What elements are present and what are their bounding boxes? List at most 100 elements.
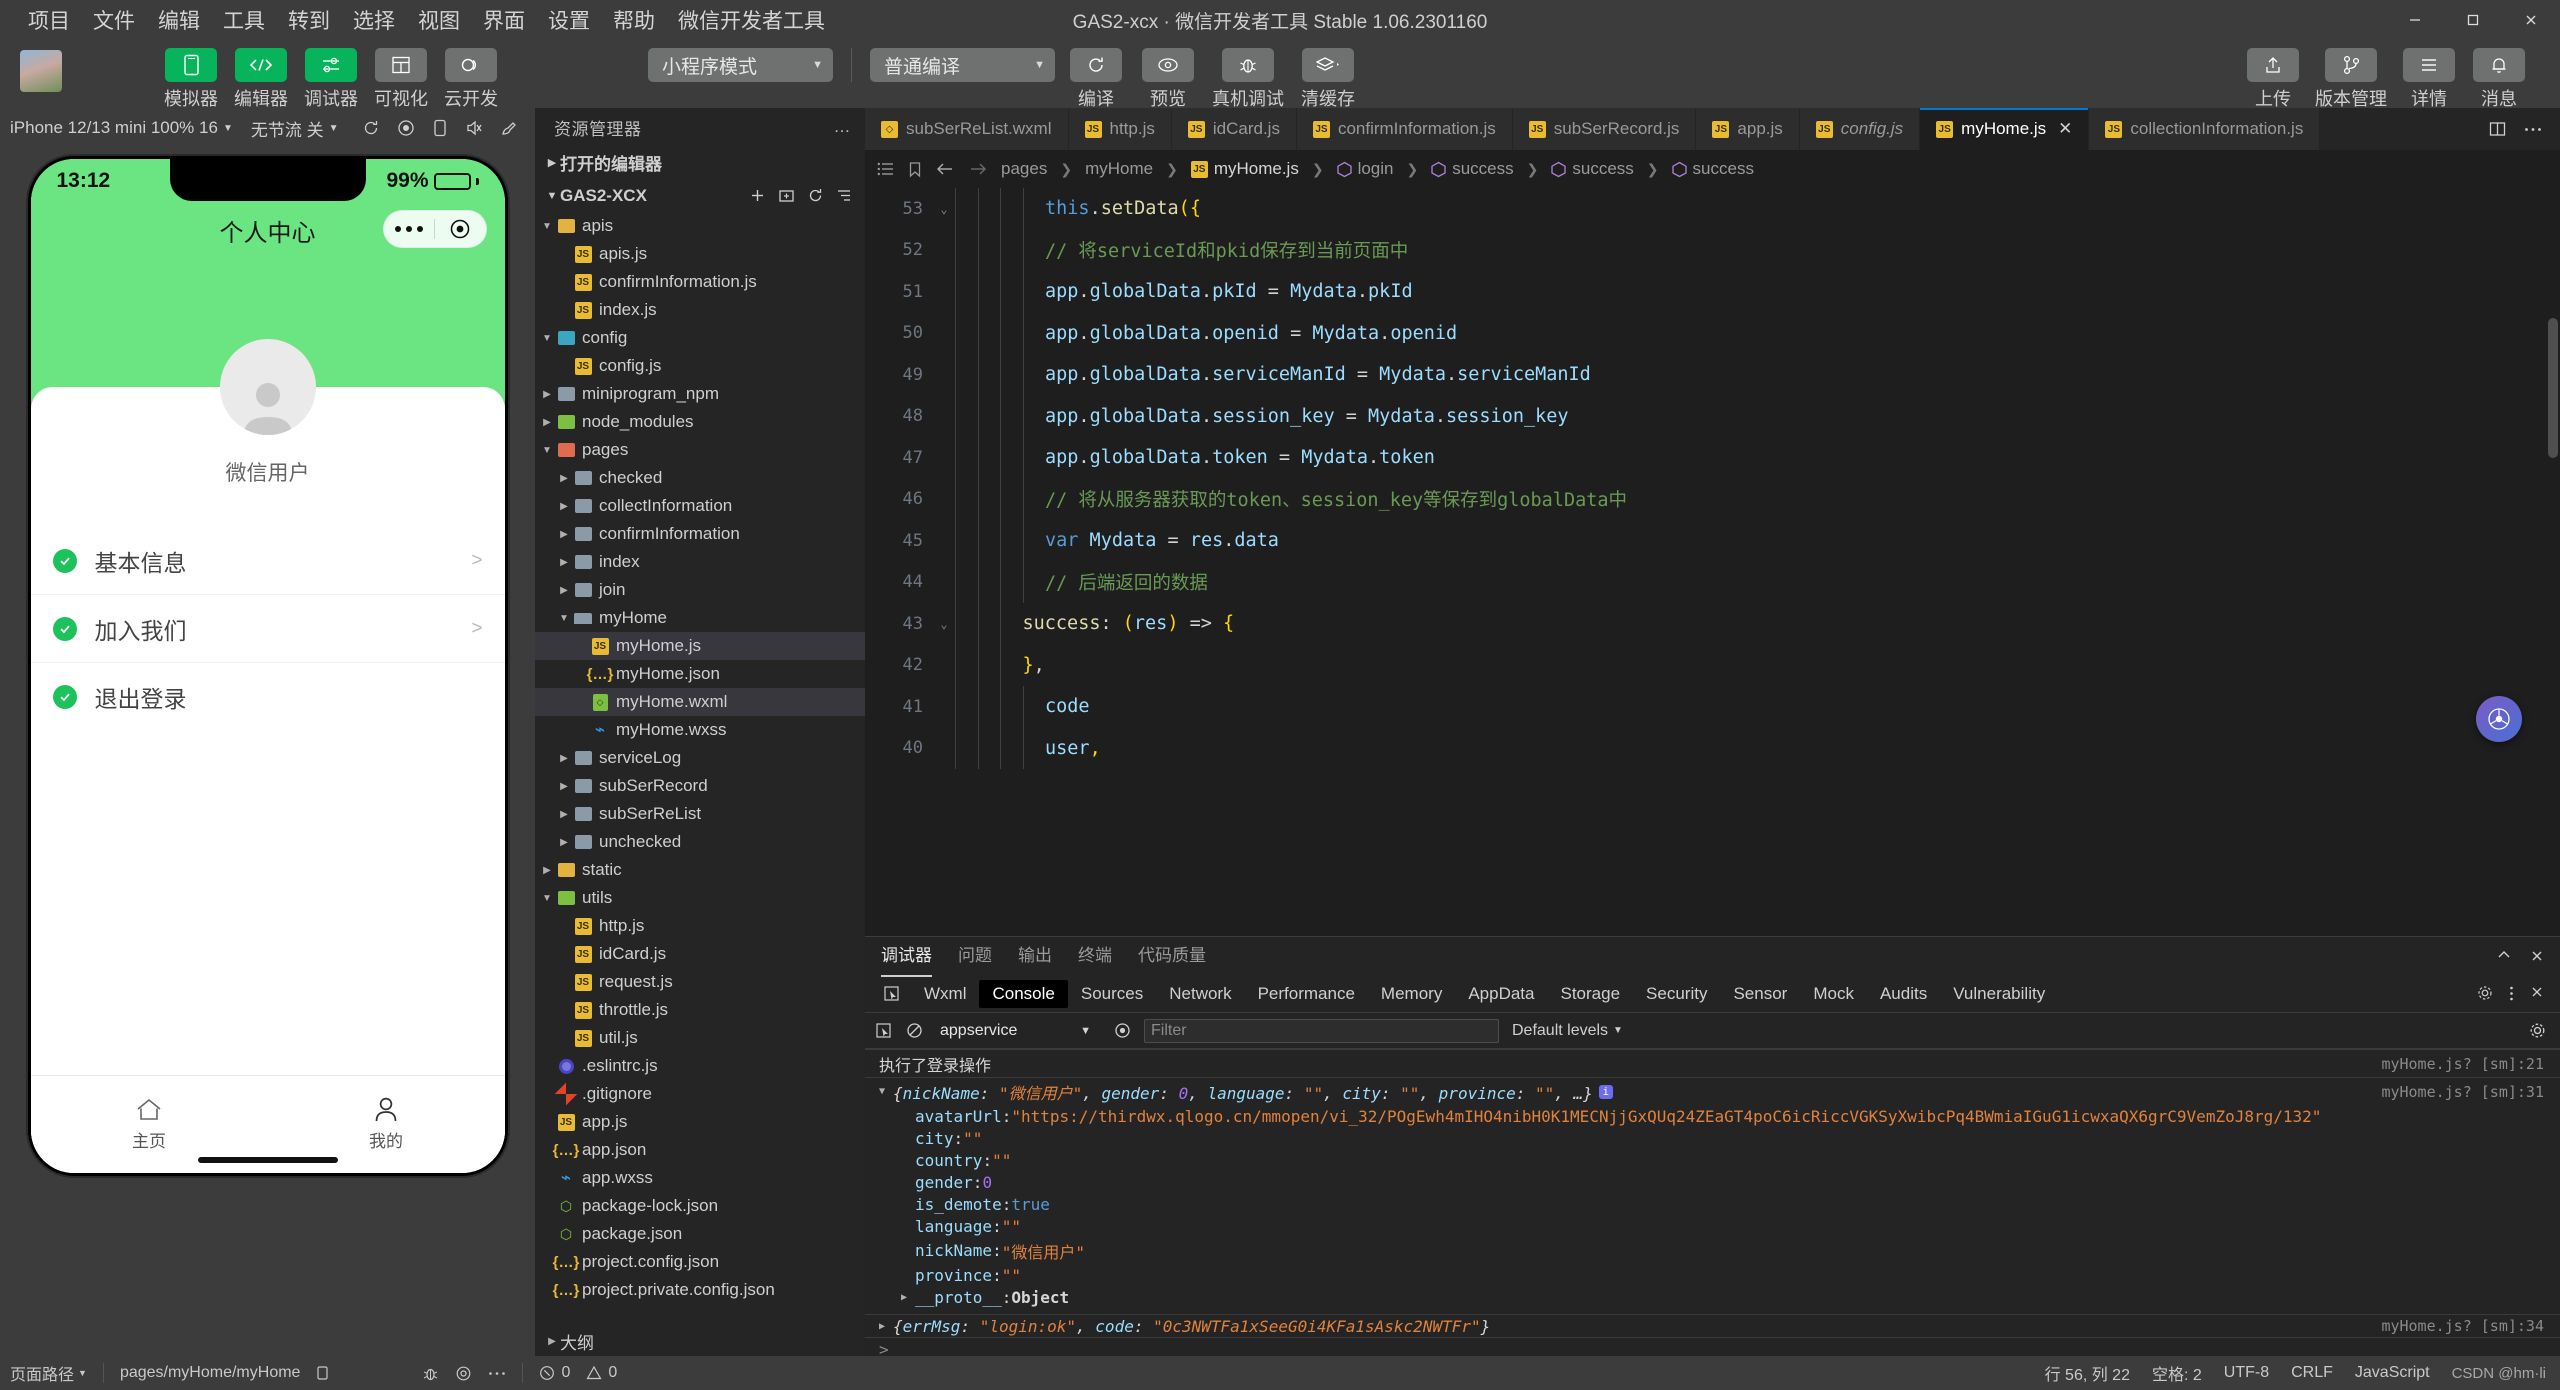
tree-item-apis[interactable]: ▼apis [535,212,865,240]
list-icon[interactable] [877,161,895,177]
back-icon[interactable] [935,162,955,176]
breadcrumb-item-login[interactable]: login [1337,159,1394,179]
chevron-right-icon[interactable]: ▶ [556,473,572,484]
split-editor-icon[interactable] [2489,121,2506,137]
tree-item-app.js[interactable]: JSapp.js [535,1108,865,1136]
devtools-tab-storage[interactable]: Storage [1548,980,1634,1008]
toolbar-button-version[interactable]: 版本管理 [2312,48,2390,111]
toolbar-button-visualization[interactable]: 可视化 [370,48,432,111]
code-line[interactable]: 44// 后端返回的数据 [865,562,2560,604]
tree-item-subserrecord[interactable]: ▶subSerRecord [535,772,865,800]
gear-icon[interactable] [2477,985,2493,1002]
toolbar-button-cloud[interactable]: 云开发 [440,48,502,111]
eye-icon[interactable] [455,1365,472,1382]
tree-item-subserrelist[interactable]: ▶subSerReList [535,800,865,828]
tree-item-static[interactable]: ▶static [535,856,865,884]
chevron-right-icon[interactable]: ▶ [539,389,555,400]
mute-icon[interactable] [465,119,483,137]
tree-item-project.config.json[interactable]: {…}project.config.json [535,1248,865,1276]
menu-item-tools[interactable]: 工具 [223,5,265,35]
bug-icon[interactable] [422,1365,439,1382]
toolbar-button-realdevice[interactable]: 真机调试 [1209,48,1287,111]
tree-item-idcard.js[interactable]: JSidCard.js [535,940,865,968]
maximize-button[interactable] [2444,0,2502,40]
close-button[interactable] [2502,0,2560,40]
tree-item-myhome.json[interactable]: {…}myHome.json [535,660,865,688]
close-icon[interactable] [2530,985,2544,1002]
tree-item-package.json[interactable]: ⬡package.json [535,1220,865,1248]
tree-item-join[interactable]: ▶join [535,576,865,604]
code-line[interactable]: 42}, [865,645,2560,687]
menu-item-devtools[interactable]: 微信开发者工具 [678,5,825,35]
editor-scrollbar[interactable] [2548,318,2558,458]
menu-item-join-us[interactable]: 加入我们 > [31,595,505,663]
toolbar-button-messages[interactable]: 消息 [2468,48,2530,111]
tree-item-util.js[interactable]: JSutil.js [535,1024,865,1052]
avatar[interactable] [220,339,316,435]
code-line[interactable]: 41code [865,686,2560,728]
info-badge-icon[interactable]: i [1599,1085,1613,1099]
inspect-element-icon[interactable] [873,985,911,1003]
devtools-tab-console[interactable]: Console [979,980,1067,1008]
tree-item-apis.js[interactable]: JSapis.js [535,240,865,268]
collapse-icon[interactable] [836,187,853,204]
menu-item-settings[interactable]: 设置 [548,5,590,35]
tree-item-myhome.js[interactable]: JSmyHome.js [535,632,865,660]
inspect-icon[interactable] [875,1022,893,1040]
menu-item-select[interactable]: 选择 [353,5,395,35]
collapse-icon[interactable] [2496,949,2512,963]
devtools-tab-memory[interactable]: Memory [1368,980,1455,1008]
bookmark-icon[interactable] [908,161,922,178]
editor-tab-idcard.js[interactable]: JSidCard.js [1172,108,1297,150]
menu-item-edit[interactable]: 编辑 [158,5,200,35]
expand-triangle-icon[interactable]: ▶ [901,1292,915,1303]
menu-bar[interactable]: 项目 文件 编辑 工具 转到 选择 视图 界面 设置 帮助 微信开发者工具 [0,5,825,35]
compile-select[interactable]: 普通编译 ▼ [870,48,1055,82]
devtools-tab-sources[interactable]: Sources [1068,980,1156,1008]
chevron-right-icon[interactable]: ▶ [556,557,572,568]
kebab-icon[interactable] [2509,985,2514,1002]
tree-item-utils[interactable]: ▼utils [535,884,865,912]
chevron-right-icon[interactable]: ▶ [556,529,572,540]
tree-item-confirminformation.js[interactable]: JSconfirmInformation.js [535,268,865,296]
menu-item-basic-info[interactable]: 基本信息 > [31,527,505,595]
editor-tab-myhome.js[interactable]: JSmyHome.js✕ [1920,108,2089,150]
editor-tab-collectioninformation.js[interactable]: JScollectionInformation.js [2089,108,2320,150]
devtools-tab-audits[interactable]: Audits [1867,980,1940,1008]
editor-tab-config.js[interactable]: JSconfig.js [1800,108,1920,150]
tree-item-package-lock.json[interactable]: ⬡package-lock.json [535,1192,865,1220]
menu-item-project[interactable]: 项目 [28,5,70,35]
breadcrumb-item-success-1[interactable]: success [1431,159,1513,179]
log-levels-select[interactable]: Default levels ▼ [1512,1022,1623,1040]
code-line[interactable]: 40user, [865,728,2560,770]
tree-item-.eslintrc.js[interactable]: .eslintrc.js [535,1052,865,1080]
code-line[interactable]: 43⌄success: (res) => { [865,603,2560,645]
language-mode[interactable]: JavaScript [2355,1364,2430,1382]
toolbar-button-upload[interactable]: 上传 [2242,48,2304,111]
refresh-icon[interactable] [362,119,380,137]
close-tab-icon[interactable]: ✕ [2058,119,2072,139]
code-line[interactable]: 52// 将serviceId和pkid保存到当前页面中 [865,230,2560,272]
code-line[interactable]: 53⌄this.setData({ [865,188,2560,230]
chevron-down-icon[interactable]: ▼ [539,333,555,344]
chevron-down-icon[interactable]: ▼ [539,445,555,456]
devtools-tab-wxml[interactable]: Wxml [911,980,979,1008]
code-editor[interactable]: 53⌄this.setData({52// 将serviceId和pkid保存到… [865,188,2560,936]
fold-chevron-icon[interactable]: ⌄ [933,617,955,631]
close-icon[interactable] [2530,949,2544,963]
devtools-tab-bar[interactable]: WxmlConsoleSourcesNetworkPerformanceMemo… [865,975,2560,1013]
chevron-right-icon[interactable]: ▶ [539,865,555,876]
tree-item-unchecked[interactable]: ▶unchecked [535,828,865,856]
toolbar-button-preview[interactable]: 预览 [1137,48,1199,111]
tree-item-.gitignore[interactable]: .gitignore [535,1080,865,1108]
more-icon[interactable]: … [834,117,852,137]
brush-icon[interactable] [500,119,518,137]
tree-item-myhome.wxml[interactable]: ◇myHome.wxml [535,688,865,716]
console-prompt[interactable]: > [865,1338,2560,1356]
breadcrumb[interactable]: pages ❯ myHome ❯ JSmyHome.js ❯ login ❯ s… [865,150,2560,188]
close-target-icon[interactable] [435,218,486,240]
tree-item-request.js[interactable]: JSrequest.js [535,968,865,996]
tree-item-checked[interactable]: ▶checked [535,464,865,492]
tree-item-config[interactable]: ▼config [535,324,865,352]
more-icon[interactable] [384,226,435,232]
